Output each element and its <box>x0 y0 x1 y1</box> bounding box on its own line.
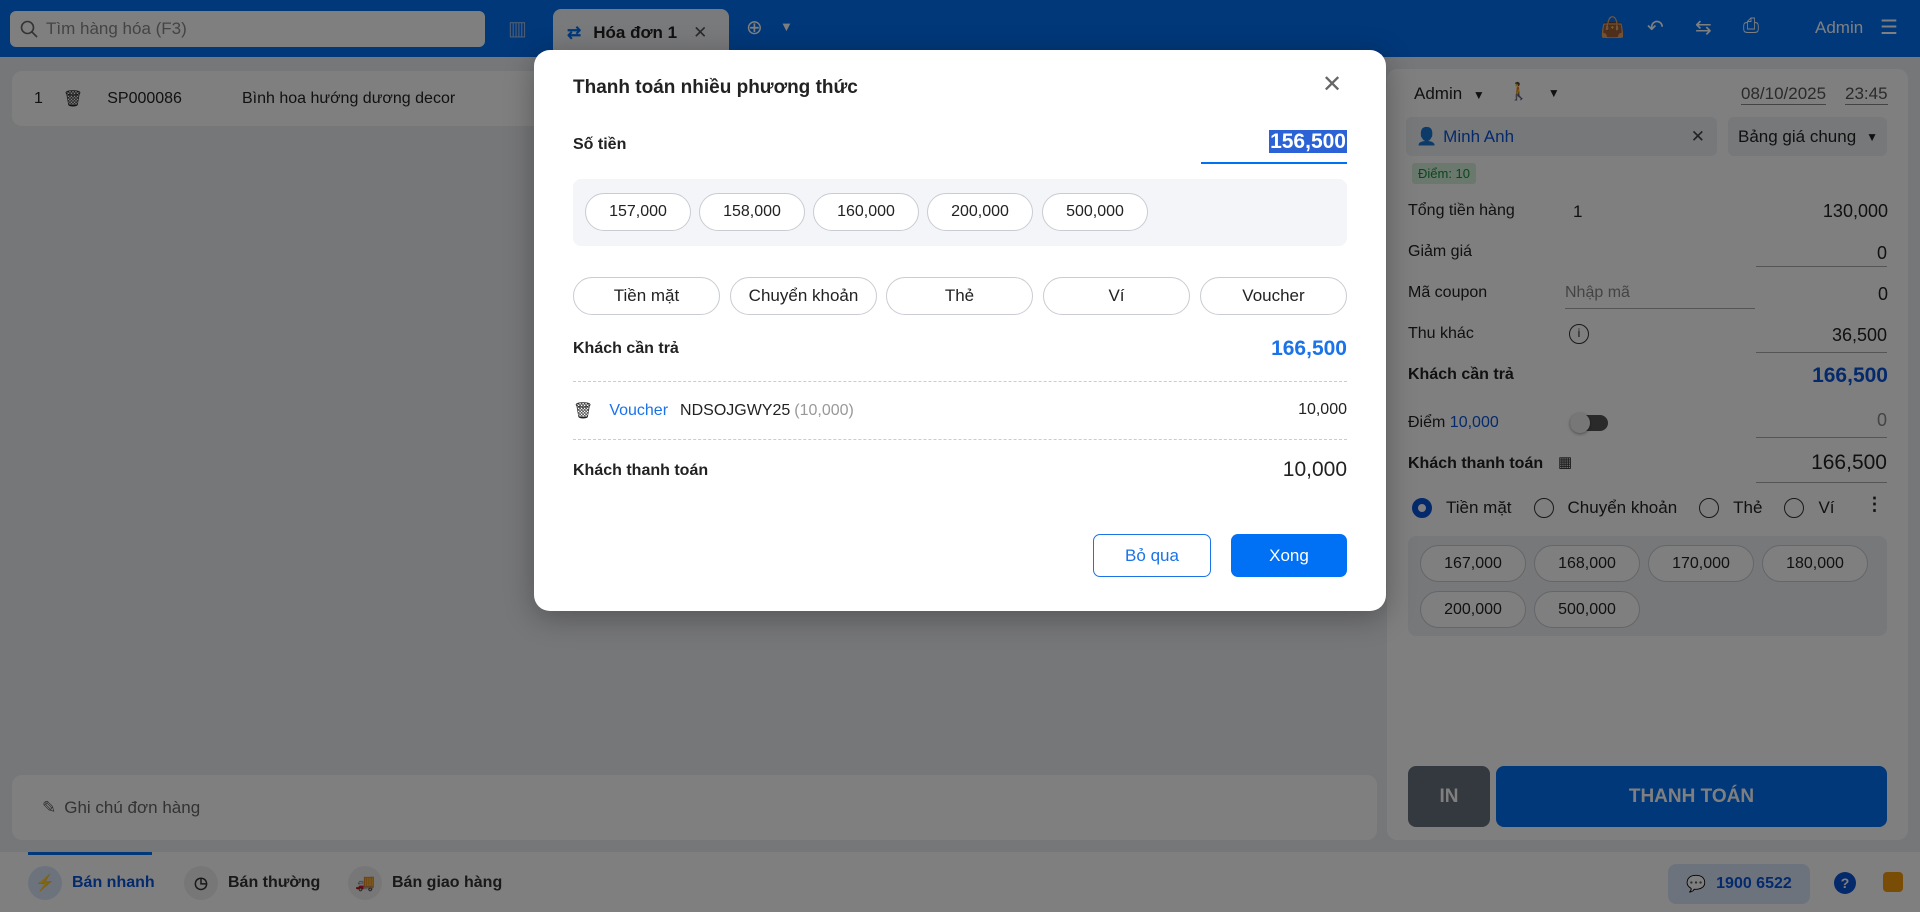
voucher-amount: 10,000 <box>1298 401 1347 418</box>
delete-payment-icon[interactable]: 🗑 <box>573 401 593 421</box>
amount-input[interactable]: 156,500 <box>1201 130 1347 164</box>
voucher-code: NDSOJGWY25 <box>680 402 791 419</box>
suggestion-chip[interactable]: 200,000 <box>927 193 1033 231</box>
voucher-type: Voucher <box>609 402 669 419</box>
method-transfer-button[interactable]: Chuyển khoản <box>730 277 877 315</box>
divider <box>573 439 1347 440</box>
suggestion-chip[interactable]: 158,000 <box>699 193 805 231</box>
voucher-payment-row: 🗑 Voucher NDSOJGWY25 (10,000) <box>573 401 854 421</box>
amount-value: 156,500 <box>1269 130 1347 153</box>
method-wallet-button[interactable]: Ví <box>1043 277 1190 315</box>
voucher-face-value: (10,000) <box>794 402 854 419</box>
method-cash-button[interactable]: Tiền mặt <box>573 277 720 315</box>
multi-payment-dialog: Thanh toán nhiều phương thức ✕ Số tiền 1… <box>534 50 1386 611</box>
cancel-button[interactable]: Bỏ qua <box>1093 534 1211 577</box>
due-label: Khách cần trả <box>573 340 679 357</box>
method-card-button[interactable]: Thẻ <box>886 277 1033 315</box>
suggestion-chip[interactable]: 500,000 <box>1042 193 1148 231</box>
paid-value: 10,000 <box>1282 458 1347 481</box>
amount-label: Số tiền <box>573 136 627 153</box>
dialog-title: Thanh toán nhiều phương thức <box>573 77 858 98</box>
paid-label: Khách thanh toán <box>573 462 709 479</box>
method-voucher-button[interactable]: Voucher <box>1200 277 1347 315</box>
suggestion-chip[interactable]: 160,000 <box>813 193 919 231</box>
divider <box>573 381 1347 382</box>
suggestion-chip[interactable]: 157,000 <box>585 193 691 231</box>
done-button[interactable]: Xong <box>1231 534 1347 577</box>
due-value: 166,500 <box>1271 337 1347 360</box>
close-icon[interactable]: ✕ <box>1322 70 1342 99</box>
